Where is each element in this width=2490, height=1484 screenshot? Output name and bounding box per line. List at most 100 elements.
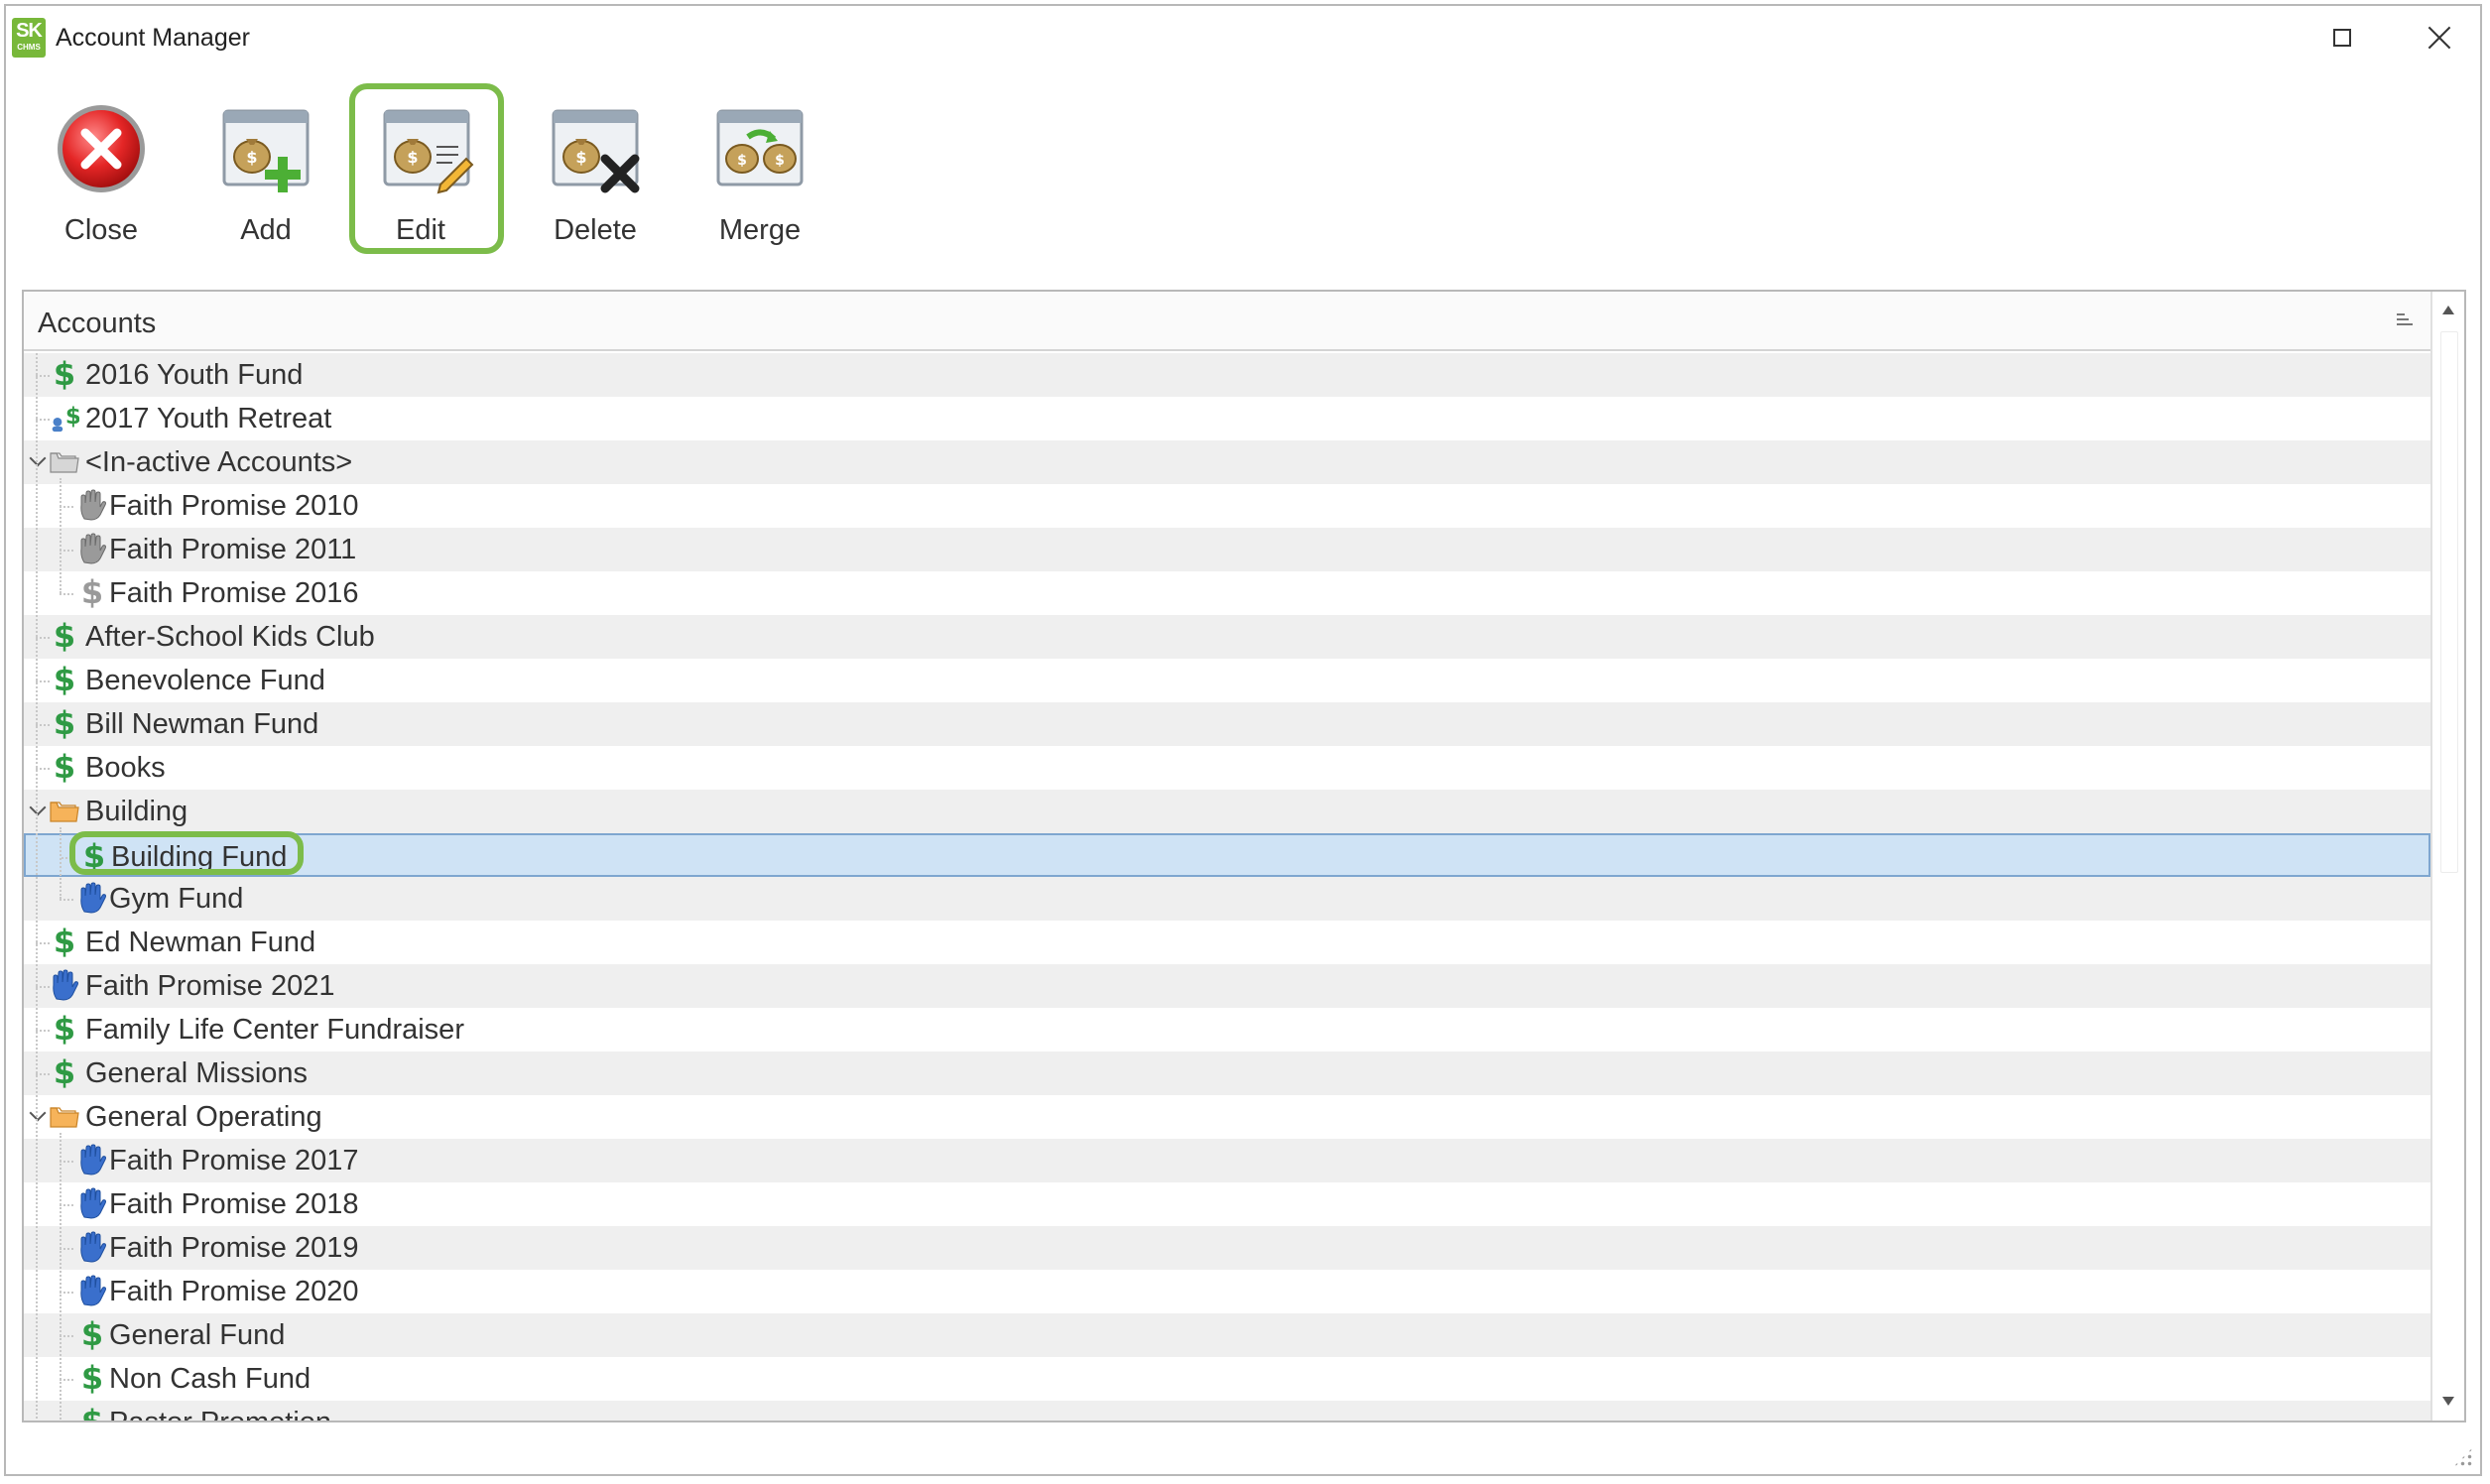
accounts-panel: Accounts $2016 Youth Fund$2017 Youth Ret… bbox=[22, 290, 2466, 1422]
hand-blue-icon bbox=[77, 881, 107, 915]
tree-row[interactable]: Faith Promise 2010 bbox=[24, 484, 2430, 528]
tree-row-label: Building Fund bbox=[111, 841, 288, 873]
tree-row[interactable]: $2016 Youth Fund bbox=[24, 353, 2430, 397]
tree-row[interactable]: Faith Promise 2017 bbox=[24, 1139, 2430, 1182]
tree-row[interactable]: $ General Missions bbox=[24, 1051, 2430, 1095]
tree-row[interactable]: $ Faith Promise 2016 bbox=[24, 571, 2430, 615]
tree-row[interactable]: $ Non Cash Fund bbox=[24, 1357, 2430, 1401]
edit-button-label: Edit bbox=[396, 214, 445, 246]
toolbar: Close $ Add $ Edit $ Delete $ $ Merge bbox=[6, 77, 899, 276]
tree-connector-line bbox=[60, 1292, 73, 1294]
hand-blue-icon bbox=[50, 968, 79, 1002]
tree-row[interactable]: $2017 Youth Retreat bbox=[24, 397, 2430, 440]
tree-connector-line bbox=[36, 1030, 50, 1032]
tree-row[interactable]: Faith Promise 2020 bbox=[24, 1270, 2430, 1313]
accounts-tree: $2016 Youth Fund$2017 Youth Retreat<In-a… bbox=[24, 353, 2430, 1422]
tree-row[interactable]: $ Bill Newman Fund bbox=[24, 702, 2430, 746]
folder-orange-icon bbox=[50, 794, 79, 827]
dollar-icon: $ bbox=[53, 1010, 76, 1048]
add-button[interactable]: $ Add bbox=[188, 83, 343, 254]
tree-row[interactable]: Faith Promise 2011 bbox=[24, 528, 2430, 571]
tree-connector-line bbox=[36, 419, 50, 421]
money-bag-merge-icon: $ $ bbox=[716, 109, 804, 186]
dollar-icon: $ bbox=[53, 661, 76, 698]
money-bag-edit-icon: $ bbox=[383, 109, 474, 194]
money-bag-add-icon: $ bbox=[222, 109, 310, 192]
tree-row[interactable]: $ Ed Newman Fund bbox=[24, 921, 2430, 964]
tree-connector-line bbox=[60, 593, 73, 595]
dollar-icon: $ bbox=[53, 617, 76, 655]
tree-row[interactable]: General Operating bbox=[24, 1095, 2430, 1139]
svg-text:$: $ bbox=[575, 148, 586, 167]
hand-blue-icon bbox=[77, 1186, 107, 1220]
tree-row[interactable]: Building bbox=[24, 790, 2430, 833]
dollar-gray-icon: $ bbox=[80, 573, 104, 611]
tree-connector-line bbox=[60, 1204, 73, 1206]
tree-connector-line bbox=[36, 768, 50, 770]
close-button-label: Close bbox=[63, 214, 139, 246]
tree-row-label: Faith Promise 2011 bbox=[109, 534, 357, 565]
tree-connector-line bbox=[36, 375, 50, 377]
tree-row-selected[interactable]: $ Building Fund bbox=[24, 831, 2430, 877]
tree-row[interactable]: Faith Promise 2021 bbox=[24, 964, 2430, 1008]
tree-row-label: Non Cash Fund bbox=[109, 1363, 311, 1395]
resize-grip-icon[interactable] bbox=[2452, 1446, 2474, 1468]
tree-row-label: Faith Promise 2018 bbox=[109, 1188, 359, 1220]
tree-guide-line bbox=[60, 478, 62, 593]
tree-row-label: General Missions bbox=[85, 1057, 309, 1089]
tree-guide-line bbox=[60, 1133, 62, 1421]
tree-row[interactable]: <In-active Accounts> bbox=[24, 440, 2430, 484]
accounts-header-label: Accounts bbox=[38, 308, 157, 339]
close-window-button[interactable] bbox=[2410, 16, 2469, 60]
scroll-thumb[interactable] bbox=[2440, 331, 2458, 873]
dollar-icon: $ bbox=[80, 1403, 104, 1422]
tree-connector-line bbox=[60, 1248, 73, 1250]
svg-text:$: $ bbox=[775, 153, 785, 169]
merge-button-label: Merge bbox=[718, 214, 802, 246]
close-button[interactable]: Close bbox=[24, 83, 179, 254]
app-logo-text: SK bbox=[16, 20, 43, 42]
tree-row[interactable]: Faith Promise 2018 bbox=[24, 1182, 2430, 1226]
tree-row[interactable]: $ After-School Kids Club bbox=[24, 615, 2430, 659]
dollar-icon: $ bbox=[82, 837, 106, 875]
svg-text:$: $ bbox=[246, 148, 257, 167]
hand-gray-icon bbox=[77, 532, 107, 565]
tree-connector-line bbox=[36, 680, 50, 682]
dollar-icon: $ bbox=[53, 923, 76, 960]
scroll-up-arrow-icon[interactable] bbox=[2432, 296, 2464, 325]
chevron-down-icon[interactable] bbox=[26, 1099, 50, 1133]
chevron-down-icon[interactable] bbox=[26, 794, 50, 827]
tree-row-label: Faith Promise 2020 bbox=[109, 1276, 359, 1307]
tree-row[interactable]: $ Pastor Promotion bbox=[24, 1401, 2430, 1422]
svg-text:$: $ bbox=[737, 153, 747, 169]
tree-row-label: Bill Newman Fund bbox=[85, 708, 319, 740]
tree-connector-line bbox=[62, 857, 75, 859]
folder-gray-icon bbox=[50, 444, 79, 478]
tree-row-label: Faith Promise 2021 bbox=[85, 970, 335, 1002]
delete-button-label: Delete bbox=[554, 214, 637, 246]
tree-connector-line bbox=[60, 1161, 73, 1163]
tree-connector-line bbox=[36, 1073, 50, 1075]
tree-row-label: Pastor Promotion bbox=[109, 1407, 332, 1422]
scroll-down-arrow-icon[interactable] bbox=[2432, 1387, 2464, 1417]
chevron-down-icon[interactable] bbox=[26, 444, 50, 478]
tree-row-label: Building bbox=[85, 796, 188, 827]
delete-button[interactable]: $ Delete bbox=[518, 83, 673, 254]
tree-row[interactable]: $ General Fund bbox=[24, 1313, 2430, 1357]
hand-gray-icon bbox=[77, 488, 107, 522]
maximize-button[interactable] bbox=[2312, 16, 2372, 60]
tree-row-label: After-School Kids Club bbox=[85, 621, 375, 653]
tree-row[interactable]: Gym Fund bbox=[24, 877, 2430, 921]
edit-button[interactable]: $ Edit bbox=[349, 83, 504, 254]
tree-row[interactable]: $ Benevolence Fund bbox=[24, 659, 2430, 702]
dollar-icon: $ bbox=[80, 1359, 104, 1397]
tree-connector-line bbox=[60, 1379, 73, 1381]
tree-row[interactable]: $ Family Life Center Fundraiser bbox=[24, 1008, 2430, 1051]
merge-button[interactable]: $ $ Merge bbox=[683, 83, 837, 254]
column-chooser-icon[interactable] bbox=[2397, 313, 2413, 329]
vertical-scrollbar[interactable] bbox=[2430, 292, 2464, 1421]
tree-row[interactable]: Faith Promise 2019 bbox=[24, 1226, 2430, 1270]
app-logo-icon: SK CHMS bbox=[12, 18, 46, 58]
tree-row[interactable]: $ Books bbox=[24, 746, 2430, 790]
accounts-column-header[interactable]: Accounts bbox=[24, 292, 2430, 351]
